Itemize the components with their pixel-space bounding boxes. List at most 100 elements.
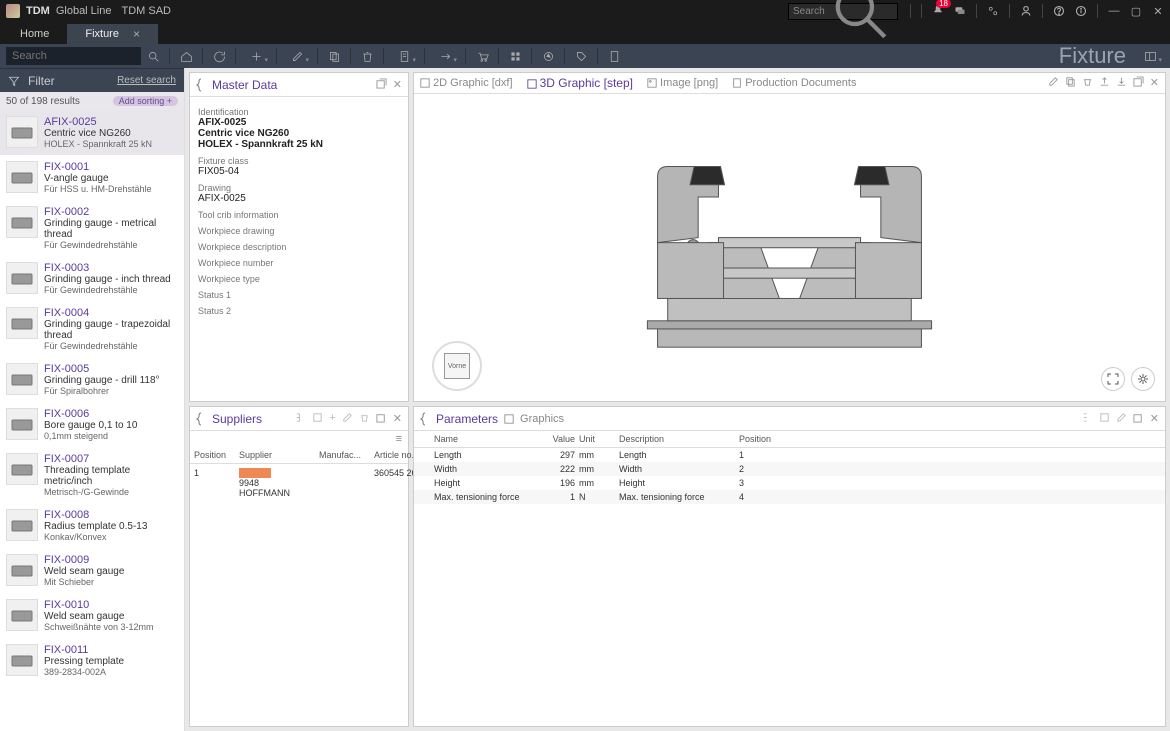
close-button[interactable]: ✕ bbox=[1152, 5, 1164, 17]
field-label: Workpiece type bbox=[198, 274, 400, 284]
minimize-button[interactable]: — bbox=[1108, 5, 1120, 17]
maximize-button[interactable]: ▢ bbox=[1130, 5, 1142, 17]
copy-button[interactable] bbox=[324, 46, 344, 66]
popout-icon[interactable] bbox=[376, 412, 387, 423]
panel-close-icon[interactable]: ✕ bbox=[1150, 76, 1159, 89]
table-row[interactable]: 1 9948HOFFMANN 360545 260 bbox=[190, 464, 408, 502]
list-item[interactable]: FIX-0007 Threading template metric/inch … bbox=[0, 447, 184, 503]
page-button[interactable] bbox=[604, 46, 624, 66]
list-item[interactable]: FIX-0002 Grinding gauge - metrical threa… bbox=[0, 200, 184, 256]
tag-button[interactable] bbox=[571, 46, 591, 66]
parameters-title[interactable]: Parameters bbox=[436, 412, 498, 426]
fullscreen-button[interactable] bbox=[1101, 367, 1125, 391]
add-icon[interactable]: + bbox=[329, 412, 335, 425]
item-code: FIX-0009 bbox=[44, 554, 178, 566]
list-item[interactable]: FIX-0008 Radius template 0.5-13 Konkav/K… bbox=[0, 503, 184, 548]
results-bar: 50 of 198 results Add sorting + bbox=[0, 92, 184, 110]
global-search[interactable]: Search bbox=[788, 3, 898, 20]
list-item[interactable]: FIX-0010 Weld seam gauge Schweißnähte vo… bbox=[0, 593, 184, 638]
tab-home[interactable]: Home bbox=[2, 24, 67, 44]
col-value[interactable]: Value bbox=[524, 434, 579, 444]
toolbar-search-go[interactable] bbox=[143, 46, 163, 66]
popout-icon[interactable] bbox=[1133, 76, 1144, 87]
list-item[interactable]: FIX-0005 Grinding gauge - drill 118° Für… bbox=[0, 357, 184, 402]
list-item[interactable]: FIX-0001 V-angle gauge Für HSS u. HM-Dre… bbox=[0, 155, 184, 200]
toolbar-search[interactable] bbox=[6, 47, 141, 65]
tab-image[interactable]: Image [png] bbox=[647, 77, 718, 89]
user-icon[interactable] bbox=[1020, 5, 1032, 17]
tree-icon[interactable] bbox=[1082, 412, 1093, 423]
edit-icon[interactable] bbox=[1048, 76, 1059, 87]
help-icon[interactable] bbox=[1053, 5, 1065, 17]
graphics-tab[interactable]: Graphics bbox=[520, 413, 564, 425]
list-item[interactable]: FIX-0003 Grinding gauge - inch thread Fü… bbox=[0, 256, 184, 301]
upload-icon[interactable] bbox=[1099, 76, 1110, 87]
trash-icon[interactable] bbox=[1082, 76, 1093, 87]
col-name[interactable]: Name bbox=[434, 434, 524, 444]
filter-icon bbox=[8, 75, 20, 87]
table-row[interactable]: Width 222 mm Width 2 bbox=[414, 462, 1165, 476]
list-mode-icon[interactable]: ≡ bbox=[190, 431, 408, 447]
col-manufac[interactable]: Manufac... bbox=[319, 450, 374, 460]
col-supplier[interactable]: Supplier bbox=[239, 450, 319, 460]
tab-2d[interactable]: 2D Graphic [dxf] bbox=[420, 77, 513, 89]
panel-close-icon[interactable]: ✕ bbox=[393, 78, 402, 91]
col-pos[interactable]: Position bbox=[739, 434, 799, 444]
share-button[interactable] bbox=[431, 46, 459, 66]
popout-icon[interactable] bbox=[1133, 412, 1144, 423]
panel-close-icon[interactable]: ✕ bbox=[393, 412, 402, 425]
tree-icon[interactable] bbox=[295, 412, 306, 423]
copy-icon[interactable] bbox=[1065, 76, 1076, 87]
home-button[interactable] bbox=[176, 46, 196, 66]
chat-icon[interactable] bbox=[954, 5, 966, 17]
tab-docs[interactable]: Production Documents bbox=[732, 77, 856, 89]
compass-button[interactable] bbox=[538, 46, 558, 66]
table-row[interactable]: Length 297 mm Length 1 bbox=[414, 448, 1165, 462]
add-button[interactable] bbox=[242, 46, 270, 66]
layout-button[interactable] bbox=[1136, 46, 1164, 66]
info-icon[interactable] bbox=[1075, 5, 1087, 17]
view-cube[interactable]: Vorne bbox=[432, 341, 482, 391]
table-row[interactable]: Max. tensioning force 1 N Max. tensionin… bbox=[414, 490, 1165, 504]
delete-button[interactable] bbox=[357, 46, 377, 66]
refresh-button[interactable] bbox=[209, 46, 229, 66]
item-name: Grinding gauge - inch thread bbox=[44, 274, 178, 285]
item-thumb bbox=[6, 453, 38, 485]
edit-button[interactable] bbox=[283, 46, 311, 66]
view-settings-button[interactable] bbox=[1131, 367, 1155, 391]
nav-icon[interactable] bbox=[312, 412, 323, 423]
item-name: Radius template 0.5-13 bbox=[44, 521, 178, 532]
notifications-button[interactable]: 18 bbox=[932, 4, 944, 19]
reset-search-link[interactable]: Reset search bbox=[117, 75, 176, 86]
nav-icon[interactable] bbox=[1099, 412, 1110, 423]
list-item[interactable]: FIX-0004 Grinding gauge - trapezoidal th… bbox=[0, 301, 184, 357]
item-sub: Für Spiralbohrer bbox=[44, 386, 178, 396]
3d-viewport[interactable]: Vorne bbox=[414, 94, 1165, 401]
app-sub: TDM SAD bbox=[121, 5, 171, 17]
list-item[interactable]: AFIX-0025 Centric vice NG260 HOLEX - Spa… bbox=[0, 110, 184, 155]
edit-icon[interactable] bbox=[342, 412, 353, 423]
tab-close-icon[interactable]: × bbox=[133, 27, 140, 41]
col-desc[interactable]: Description bbox=[619, 434, 739, 444]
edit-icon[interactable] bbox=[1116, 412, 1127, 423]
item-code: FIX-0008 bbox=[44, 509, 178, 521]
download-icon[interactable] bbox=[1116, 76, 1127, 87]
table-row[interactable]: Height 196 mm Height 3 bbox=[414, 476, 1165, 490]
grid-button[interactable] bbox=[505, 46, 525, 66]
results-list[interactable]: AFIX-0025 Centric vice NG260 HOLEX - Spa… bbox=[0, 110, 184, 731]
trash-icon[interactable] bbox=[359, 412, 370, 423]
popout-icon[interactable] bbox=[376, 78, 387, 89]
list-item[interactable]: FIX-0009 Weld seam gauge Mit Schieber bbox=[0, 548, 184, 593]
list-item[interactable]: FIX-0006 Bore gauge 0,1 to 10 0,1mm stei… bbox=[0, 402, 184, 447]
list-item[interactable]: FIX-0011 Pressing template 389-2834-002A bbox=[0, 638, 184, 683]
cart-button[interactable] bbox=[472, 46, 492, 66]
panel-close-icon[interactable]: ✕ bbox=[1150, 412, 1159, 425]
add-sorting-button[interactable]: Add sorting + bbox=[113, 96, 178, 106]
col-unit[interactable]: Unit bbox=[579, 434, 619, 444]
global-search-placeholder: Search bbox=[793, 6, 825, 17]
tab-fixture[interactable]: Fixture × bbox=[67, 24, 158, 44]
col-position[interactable]: Position bbox=[194, 450, 239, 460]
tab-3d[interactable]: 3D Graphic [step] bbox=[527, 76, 633, 90]
settings-icon[interactable] bbox=[987, 5, 999, 17]
doc-button[interactable] bbox=[390, 46, 418, 66]
